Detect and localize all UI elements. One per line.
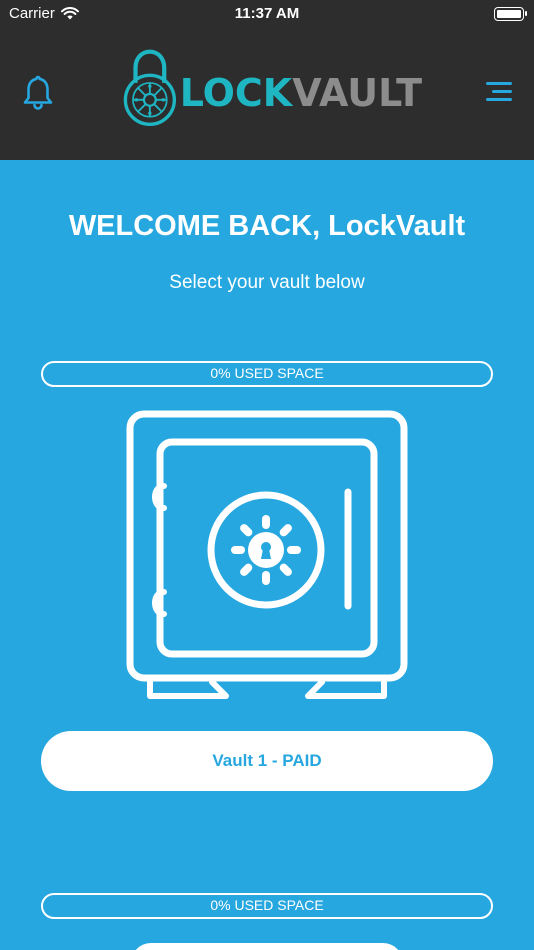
usage-label: 0% USED SPACE [210,897,324,913]
logo-vault-text: VAULT [292,71,422,115]
status-bar: Carrier 11:37 AM [0,0,534,28]
subtitle: Select your vault below [169,272,365,293]
app-header: LOCK VAULT [0,28,534,160]
logo-lock-text: LOCK [179,71,293,115]
vault-1-button[interactable]: Vault 1 - PAID [41,731,493,791]
bell-icon[interactable] [22,74,54,110]
safe-icon[interactable] [126,410,408,708]
safe-icon-partial[interactable] [131,943,403,950]
battery-icon [494,7,527,21]
hamburger-menu-icon[interactable] [486,82,512,104]
status-time: 11:37 AM [234,5,300,22]
vault-usage-bar: 0% USED SPACE [41,361,493,387]
usage-label: 0% USED SPACE [210,365,324,381]
vault-usage-bar: 0% USED SPACE [41,893,493,919]
padlock-icon [123,49,177,126]
app-logo: LOCK VAULT [122,42,422,134]
welcome-heading: WELCOME BACK, LockVault [68,210,466,242]
